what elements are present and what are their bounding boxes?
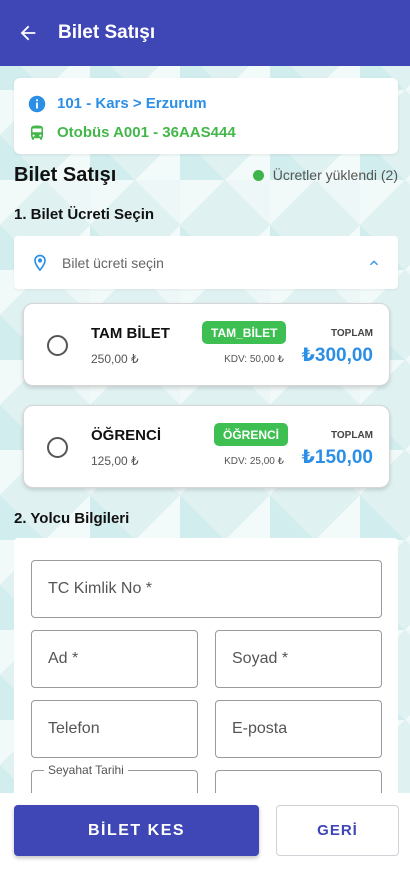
fare-kdv: KDV: 25,00 ₺ — [224, 456, 284, 467]
fare-kdv: KDV: 50,00 ₺ — [224, 354, 284, 365]
fare-name: ÖĞRENCİ — [91, 427, 162, 444]
step2-title: 2. Yolcu Bilgileri — [14, 510, 130, 527]
route-vehicle-row: Otobüs A001 - 36AAS444 — [28, 120, 384, 145]
issue-ticket-button[interactable]: BİLET KES — [14, 805, 259, 856]
section-header: Bilet Satışı Ücretler yüklendi (2) — [14, 160, 398, 190]
status-dot-icon — [252, 169, 264, 181]
app-bar-title: Bilet Satışı — [58, 22, 156, 43]
fare-code-badge: TAM_BİLET — [202, 321, 287, 344]
fare-load-status-text: Ücretler yüklendi (2) — [272, 167, 398, 183]
route-line-text: 101 - Kars > Erzurum — [57, 95, 207, 112]
fare-load-status: Ücretler yüklendi (2) — [252, 167, 398, 183]
fare-select-label: Bilet ücreti seçin — [62, 254, 164, 271]
bottom-action-bar: BİLET KES GERİ — [0, 793, 410, 875]
name-input[interactable] — [48, 631, 197, 687]
route-vehicle-text: Otobüs A001 - 36AAS444 — [57, 124, 236, 141]
location-pin-icon — [34, 254, 46, 271]
fare-name: TAM BİLET — [91, 325, 170, 342]
route-info-card: 101 - Kars > Erzurum Otobüs A001 - 36AAS… — [14, 78, 398, 154]
section-title: Bilet Satışı — [14, 163, 117, 186]
fare-option-ogrenci[interactable]: ÖĞRENCİ 125,00 ₺ ÖĞRENCİ KDV: 25,00 ₺ TO… — [23, 405, 390, 488]
tc-input[interactable] — [48, 561, 381, 617]
fare-radio[interactable] — [47, 335, 68, 356]
email-field[interactable] — [215, 700, 382, 758]
phone-input[interactable] — [48, 701, 197, 757]
back-nav-button[interactable]: GERİ — [276, 805, 399, 856]
phone-field[interactable] — [31, 700, 198, 758]
fare-option-tam-bilet[interactable]: TAM BİLET 250,00 ₺ TAM_BİLET KDV: 50,00 … — [23, 303, 390, 386]
fare-base-price: 125,00 ₺ — [91, 454, 139, 468]
fare-select-dropdown[interactable]: Bilet ücreti seçin — [14, 236, 398, 289]
tc-field[interactable] — [31, 560, 382, 618]
fare-radio[interactable] — [47, 437, 68, 458]
fare-total-price: ₺300,00 — [301, 345, 373, 366]
surname-field[interactable] — [215, 630, 382, 688]
info-icon — [28, 95, 46, 112]
surname-input[interactable] — [232, 631, 381, 687]
route-line-row: 101 - Kars > Erzurum — [28, 91, 384, 116]
fare-code-badge: ÖĞRENCİ — [214, 423, 289, 446]
name-field[interactable] — [31, 630, 198, 688]
bus-icon — [31, 125, 43, 140]
app-bar: Bilet Satışı — [0, 0, 410, 66]
fare-base-price: 250,00 ₺ — [91, 352, 139, 366]
back-button[interactable] — [0, 0, 56, 66]
step1-title: 1. Bilet Ücreti Seçin — [14, 206, 155, 223]
arrow-left-icon — [20, 25, 36, 41]
fare-total-price: ₺150,00 — [301, 447, 373, 468]
fare-total-label: TOPLAM — [330, 328, 373, 339]
chevron-up-icon — [370, 259, 378, 265]
email-input[interactable] — [232, 701, 381, 757]
fare-total-label: TOPLAM — [330, 430, 373, 441]
travel-date-label: Seyahat Tarihi — [44, 763, 128, 777]
passenger-form: Seyahat Tarihi — [14, 538, 398, 808]
